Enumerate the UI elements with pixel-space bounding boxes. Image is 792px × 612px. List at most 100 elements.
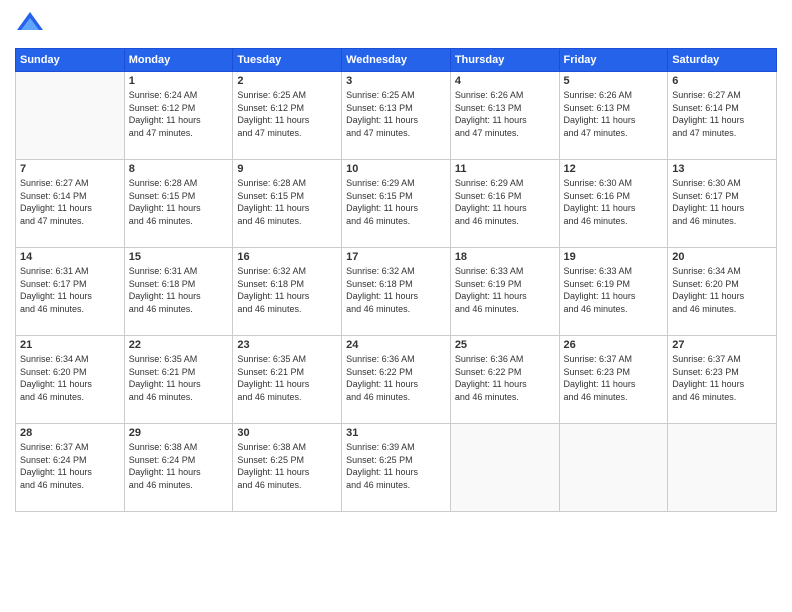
day-number: 10 [346, 163, 446, 175]
calendar-cell: 31Sunrise: 6:39 AM Sunset: 6:25 PM Dayli… [342, 424, 451, 512]
calendar-header-saturday: Saturday [668, 49, 777, 72]
logo [15, 10, 49, 40]
day-number: 27 [672, 339, 772, 351]
day-number: 28 [20, 427, 120, 439]
calendar-cell: 21 Sunrise: 6:34 AM Sunset: 6:20 PM Dayli… [16, 336, 125, 424]
calendar-cell: 29 Sunrise: 6:38 AM Sunset: 6:24 PM Dayli… [124, 424, 233, 512]
day-info: Sunrise: 6:36 AM Sunset: 6:22 PM Dayligh… [455, 353, 555, 403]
calendar-cell: 7 Sunrise: 6:27 AM Sunset: 6:14 PM Daylig… [16, 160, 125, 248]
day-number: 24 [346, 339, 446, 351]
calendar-week-5: 28Sunrise: 6:37 AM Sunset: 6:24 PM Dayli… [16, 424, 777, 512]
calendar-cell: 4 Sunrise: 6:26 AM Sunset: 6:13 PM Daylig… [450, 72, 559, 160]
calendar-header-wednesday: Wednesday [342, 49, 451, 72]
day-info: Sunrise: 6:37 AM Sunset: 6:23 PM Dayligh… [564, 353, 664, 403]
day-number: 6 [672, 75, 772, 87]
day-number: 29 [129, 427, 229, 439]
calendar-cell: 11Sunrise: 6:29 AM Sunset: 6:16 PM Dayli… [450, 160, 559, 248]
calendar-week-2: 7 Sunrise: 6:27 AM Sunset: 6:14 PM Daylig… [16, 160, 777, 248]
day-info: Sunrise: 6:32 AM Sunset: 6:18 PM Dayligh… [346, 265, 446, 315]
day-number: 21 [20, 339, 120, 351]
day-number: 1 [129, 75, 229, 87]
day-number: 22 [129, 339, 229, 351]
day-info: Sunrise: 6:39 AM Sunset: 6:25 PM Dayligh… [346, 441, 446, 491]
calendar-cell [559, 424, 668, 512]
calendar-header-tuesday: Tuesday [233, 49, 342, 72]
day-number: 23 [237, 339, 337, 351]
day-info: Sunrise: 6:34 AM Sunset: 6:20 PM Dayligh… [672, 265, 772, 315]
page: SundayMondayTuesdayWednesdayThursdayFrid… [0, 0, 792, 612]
calendar-cell: 23 Sunrise: 6:35 AM Sunset: 6:21 PM Dayli… [233, 336, 342, 424]
day-number: 9 [237, 163, 337, 175]
day-number: 30 [237, 427, 337, 439]
calendar-cell: 24 Sunrise: 6:36 AM Sunset: 6:22 PM Dayli… [342, 336, 451, 424]
day-number: 25 [455, 339, 555, 351]
day-info: Sunrise: 6:35 AM Sunset: 6:21 PM Dayligh… [129, 353, 229, 403]
calendar-cell: 2 Sunrise: 6:25 AM Sunset: 6:12 PM Daylig… [233, 72, 342, 160]
day-number: 3 [346, 75, 446, 87]
day-info: Sunrise: 6:38 AM Sunset: 6:24 PM Dayligh… [129, 441, 229, 491]
day-info: Sunrise: 6:27 AM Sunset: 6:14 PM Dayligh… [672, 89, 772, 139]
calendar-header-friday: Friday [559, 49, 668, 72]
day-info: Sunrise: 6:28 AM Sunset: 6:15 PM Dayligh… [237, 177, 337, 227]
calendar-cell [668, 424, 777, 512]
day-info: Sunrise: 6:37 AM Sunset: 6:23 PM Dayligh… [672, 353, 772, 403]
calendar-cell: 12 Sunrise: 6:30 AM Sunset: 6:16 PM Dayli… [559, 160, 668, 248]
calendar-cell: 9 Sunrise: 6:28 AM Sunset: 6:15 PM Daylig… [233, 160, 342, 248]
day-info: Sunrise: 6:38 AM Sunset: 6:25 PM Dayligh… [237, 441, 337, 491]
calendar-cell [450, 424, 559, 512]
calendar-cell: 5 Sunrise: 6:26 AM Sunset: 6:13 PM Daylig… [559, 72, 668, 160]
calendar-cell: 17 Sunrise: 6:32 AM Sunset: 6:18 PM Dayli… [342, 248, 451, 336]
calendar-cell: 13 Sunrise: 6:30 AM Sunset: 6:17 PM Dayli… [668, 160, 777, 248]
day-info: Sunrise: 6:30 AM Sunset: 6:16 PM Dayligh… [564, 177, 664, 227]
day-number: 8 [129, 163, 229, 175]
day-info: Sunrise: 6:35 AM Sunset: 6:21 PM Dayligh… [237, 353, 337, 403]
calendar-week-3: 14 Sunrise: 6:31 AM Sunset: 6:17 PM Dayli… [16, 248, 777, 336]
calendar-cell: 16 Sunrise: 6:32 AM Sunset: 6:18 PM Dayli… [233, 248, 342, 336]
logo-icon [15, 10, 45, 40]
day-info: Sunrise: 6:29 AM Sunset: 6:15 PM Dayligh… [346, 177, 446, 227]
day-number: 5 [564, 75, 664, 87]
day-number: 17 [346, 251, 446, 263]
calendar-cell: 27 Sunrise: 6:37 AM Sunset: 6:23 PM Dayli… [668, 336, 777, 424]
day-info: Sunrise: 6:26 AM Sunset: 6:13 PM Dayligh… [564, 89, 664, 139]
day-info: Sunrise: 6:29 AM Sunset: 6:16 PM Dayligh… [455, 177, 555, 227]
day-number: 4 [455, 75, 555, 87]
calendar-cell: 20 Sunrise: 6:34 AM Sunset: 6:20 PM Dayli… [668, 248, 777, 336]
day-number: 18 [455, 251, 555, 263]
day-number: 12 [564, 163, 664, 175]
day-number: 15 [129, 251, 229, 263]
calendar-cell: 22 Sunrise: 6:35 AM Sunset: 6:21 PM Dayli… [124, 336, 233, 424]
calendar-header-sunday: Sunday [16, 49, 125, 72]
day-number: 16 [237, 251, 337, 263]
day-info: Sunrise: 6:30 AM Sunset: 6:17 PM Dayligh… [672, 177, 772, 227]
calendar-cell: 8 Sunrise: 6:28 AM Sunset: 6:15 PM Daylig… [124, 160, 233, 248]
calendar-cell: 30 Sunrise: 6:38 AM Sunset: 6:25 PM Dayli… [233, 424, 342, 512]
day-info: Sunrise: 6:28 AM Sunset: 6:15 PM Dayligh… [129, 177, 229, 227]
day-number: 2 [237, 75, 337, 87]
day-number: 14 [20, 251, 120, 263]
calendar-cell: 6 Sunrise: 6:27 AM Sunset: 6:14 PM Daylig… [668, 72, 777, 160]
day-number: 7 [20, 163, 120, 175]
day-number: 13 [672, 163, 772, 175]
calendar-cell: 10 Sunrise: 6:29 AM Sunset: 6:15 PM Dayli… [342, 160, 451, 248]
day-info: Sunrise: 6:25 AM Sunset: 6:13 PM Dayligh… [346, 89, 446, 139]
calendar-header-monday: Monday [124, 49, 233, 72]
day-info: Sunrise: 6:27 AM Sunset: 6:14 PM Dayligh… [20, 177, 120, 227]
day-info: Sunrise: 6:25 AM Sunset: 6:12 PM Dayligh… [237, 89, 337, 139]
calendar-cell: 3 Sunrise: 6:25 AM Sunset: 6:13 PM Daylig… [342, 72, 451, 160]
calendar-cell: 25 Sunrise: 6:36 AM Sunset: 6:22 PM Dayli… [450, 336, 559, 424]
calendar-cell: 18Sunrise: 6:33 AM Sunset: 6:19 PM Dayli… [450, 248, 559, 336]
day-info: Sunrise: 6:36 AM Sunset: 6:22 PM Dayligh… [346, 353, 446, 403]
day-info: Sunrise: 6:26 AM Sunset: 6:13 PM Dayligh… [455, 89, 555, 139]
calendar-header-thursday: Thursday [450, 49, 559, 72]
calendar-cell: 1 Sunrise: 6:24 AM Sunset: 6:12 PM Daylig… [124, 72, 233, 160]
header [15, 10, 777, 40]
day-info: Sunrise: 6:32 AM Sunset: 6:18 PM Dayligh… [237, 265, 337, 315]
day-info: Sunrise: 6:24 AM Sunset: 6:12 PM Dayligh… [129, 89, 229, 139]
day-info: Sunrise: 6:31 AM Sunset: 6:17 PM Dayligh… [20, 265, 120, 315]
day-number: 26 [564, 339, 664, 351]
day-number: 20 [672, 251, 772, 263]
calendar-week-1: 1 Sunrise: 6:24 AM Sunset: 6:12 PM Daylig… [16, 72, 777, 160]
calendar-cell: 14 Sunrise: 6:31 AM Sunset: 6:17 PM Dayli… [16, 248, 125, 336]
day-info: Sunrise: 6:34 AM Sunset: 6:20 PM Dayligh… [20, 353, 120, 403]
